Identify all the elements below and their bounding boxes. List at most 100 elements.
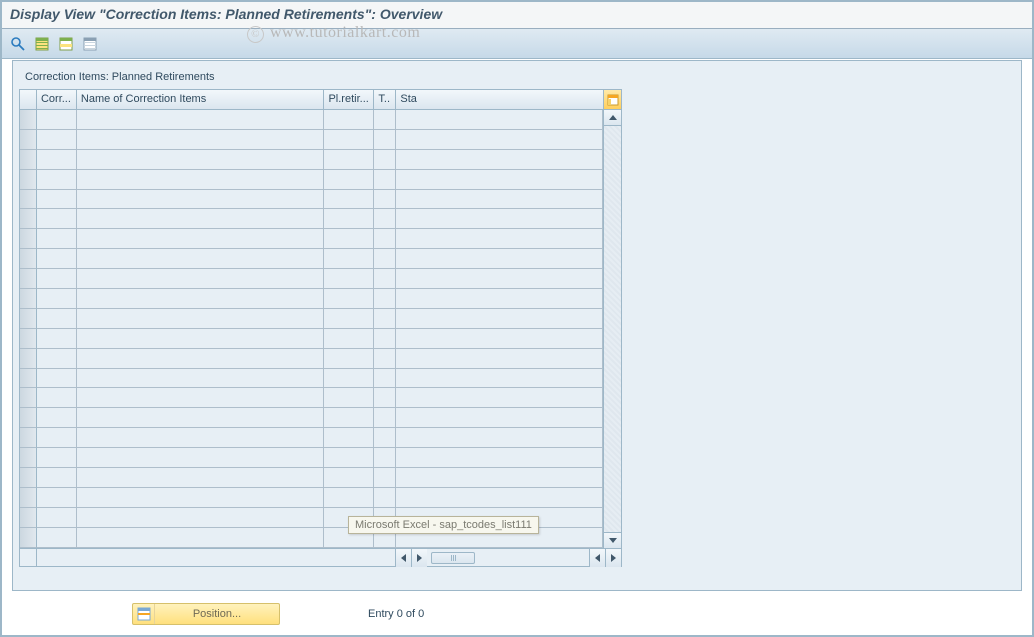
cell-t[interactable] bbox=[374, 388, 396, 408]
cell-plretir[interactable] bbox=[324, 150, 374, 170]
cell-corr[interactable] bbox=[37, 229, 77, 249]
cell-name[interactable] bbox=[77, 110, 325, 130]
cell-plretir[interactable] bbox=[324, 468, 374, 488]
cell-t[interactable] bbox=[374, 289, 396, 309]
row-selector[interactable] bbox=[20, 388, 37, 408]
cell-corr[interactable] bbox=[37, 388, 77, 408]
cell-plretir[interactable] bbox=[324, 388, 374, 408]
cell-t[interactable] bbox=[374, 249, 396, 269]
cell-corr[interactable] bbox=[37, 329, 77, 349]
cell-name[interactable] bbox=[77, 408, 325, 428]
cell-plretir[interactable] bbox=[324, 349, 374, 369]
hscroll-prev-button[interactable] bbox=[411, 549, 427, 567]
table-header-selector[interactable] bbox=[20, 90, 37, 109]
cell-name[interactable] bbox=[77, 349, 325, 369]
cell-t[interactable] bbox=[374, 349, 396, 369]
cell-name[interactable] bbox=[77, 508, 325, 528]
cell-sta[interactable] bbox=[396, 388, 603, 408]
table-row[interactable] bbox=[20, 269, 603, 289]
column-header-name[interactable]: Name of Correction Items bbox=[77, 90, 325, 109]
cell-name[interactable] bbox=[77, 488, 325, 508]
cell-name[interactable] bbox=[77, 428, 325, 448]
cell-corr[interactable] bbox=[37, 150, 77, 170]
cell-name[interactable] bbox=[77, 209, 325, 229]
column-header-corr[interactable]: Corr... bbox=[37, 90, 77, 109]
cell-plretir[interactable] bbox=[324, 329, 374, 349]
cell-plretir[interactable] bbox=[324, 289, 374, 309]
cell-corr[interactable] bbox=[37, 468, 77, 488]
vertical-scrollbar[interactable] bbox=[603, 110, 621, 548]
hscroll-last-button[interactable] bbox=[605, 549, 621, 567]
cell-name[interactable] bbox=[77, 448, 325, 468]
cell-name[interactable] bbox=[77, 528, 325, 548]
cell-sta[interactable] bbox=[396, 190, 603, 210]
row-selector[interactable] bbox=[20, 329, 37, 349]
cell-plretir[interactable] bbox=[324, 369, 374, 389]
select-all-button[interactable] bbox=[32, 34, 52, 54]
cell-name[interactable] bbox=[77, 369, 325, 389]
cell-plretir[interactable] bbox=[324, 249, 374, 269]
cell-plretir[interactable] bbox=[324, 309, 374, 329]
cell-name[interactable] bbox=[77, 229, 325, 249]
cell-name[interactable] bbox=[77, 130, 325, 150]
table-row[interactable] bbox=[20, 468, 603, 488]
cell-plretir[interactable] bbox=[324, 170, 374, 190]
row-selector[interactable] bbox=[20, 349, 37, 369]
cell-sta[interactable] bbox=[396, 269, 603, 289]
column-header-plretir[interactable]: Pl.retir... bbox=[324, 90, 374, 109]
cell-corr[interactable] bbox=[37, 508, 77, 528]
cell-t[interactable] bbox=[374, 269, 396, 289]
cell-plretir[interactable] bbox=[324, 488, 374, 508]
row-selector[interactable] bbox=[20, 448, 37, 468]
cell-name[interactable] bbox=[77, 190, 325, 210]
details-button[interactable] bbox=[8, 34, 28, 54]
row-selector[interactable] bbox=[20, 249, 37, 269]
cell-plretir[interactable] bbox=[324, 448, 374, 468]
table-row[interactable] bbox=[20, 110, 603, 130]
cell-sta[interactable] bbox=[396, 428, 603, 448]
cell-plretir[interactable] bbox=[324, 190, 374, 210]
scroll-down-button[interactable] bbox=[604, 532, 621, 548]
cell-sta[interactable] bbox=[396, 349, 603, 369]
row-selector[interactable] bbox=[20, 408, 37, 428]
column-header-sta[interactable]: Sta bbox=[396, 90, 603, 109]
deselect-all-button[interactable] bbox=[80, 34, 100, 54]
cell-name[interactable] bbox=[77, 170, 325, 190]
row-selector[interactable] bbox=[20, 508, 37, 528]
cell-sta[interactable] bbox=[396, 369, 603, 389]
table-row[interactable] bbox=[20, 289, 603, 309]
cell-corr[interactable] bbox=[37, 408, 77, 428]
cell-t[interactable] bbox=[374, 110, 396, 130]
select-block-button[interactable] bbox=[56, 34, 76, 54]
row-selector[interactable] bbox=[20, 269, 37, 289]
scrollbar-track[interactable] bbox=[604, 126, 621, 532]
cell-corr[interactable] bbox=[37, 309, 77, 329]
cell-sta[interactable] bbox=[396, 329, 603, 349]
row-selector[interactable] bbox=[20, 170, 37, 190]
cell-corr[interactable] bbox=[37, 190, 77, 210]
cell-t[interactable] bbox=[374, 229, 396, 249]
table-row[interactable] bbox=[20, 150, 603, 170]
hscroll-first-button[interactable] bbox=[395, 549, 411, 567]
cell-t[interactable] bbox=[374, 488, 396, 508]
table-row[interactable] bbox=[20, 408, 603, 428]
row-selector[interactable] bbox=[20, 229, 37, 249]
cell-t[interactable] bbox=[374, 369, 396, 389]
row-selector[interactable] bbox=[20, 369, 37, 389]
row-selector[interactable] bbox=[20, 289, 37, 309]
cell-sta[interactable] bbox=[396, 468, 603, 488]
cell-t[interactable] bbox=[374, 329, 396, 349]
table-row[interactable] bbox=[20, 209, 603, 229]
cell-name[interactable] bbox=[77, 388, 325, 408]
row-selector[interactable] bbox=[20, 130, 37, 150]
cell-sta[interactable] bbox=[396, 170, 603, 190]
cell-t[interactable] bbox=[374, 150, 396, 170]
cell-plretir[interactable] bbox=[324, 269, 374, 289]
table-row[interactable] bbox=[20, 170, 603, 190]
cell-corr[interactable] bbox=[37, 130, 77, 150]
table-row[interactable] bbox=[20, 309, 603, 329]
table-row[interactable] bbox=[20, 190, 603, 210]
cell-t[interactable] bbox=[374, 428, 396, 448]
cell-corr[interactable] bbox=[37, 488, 77, 508]
cell-name[interactable] bbox=[77, 468, 325, 488]
